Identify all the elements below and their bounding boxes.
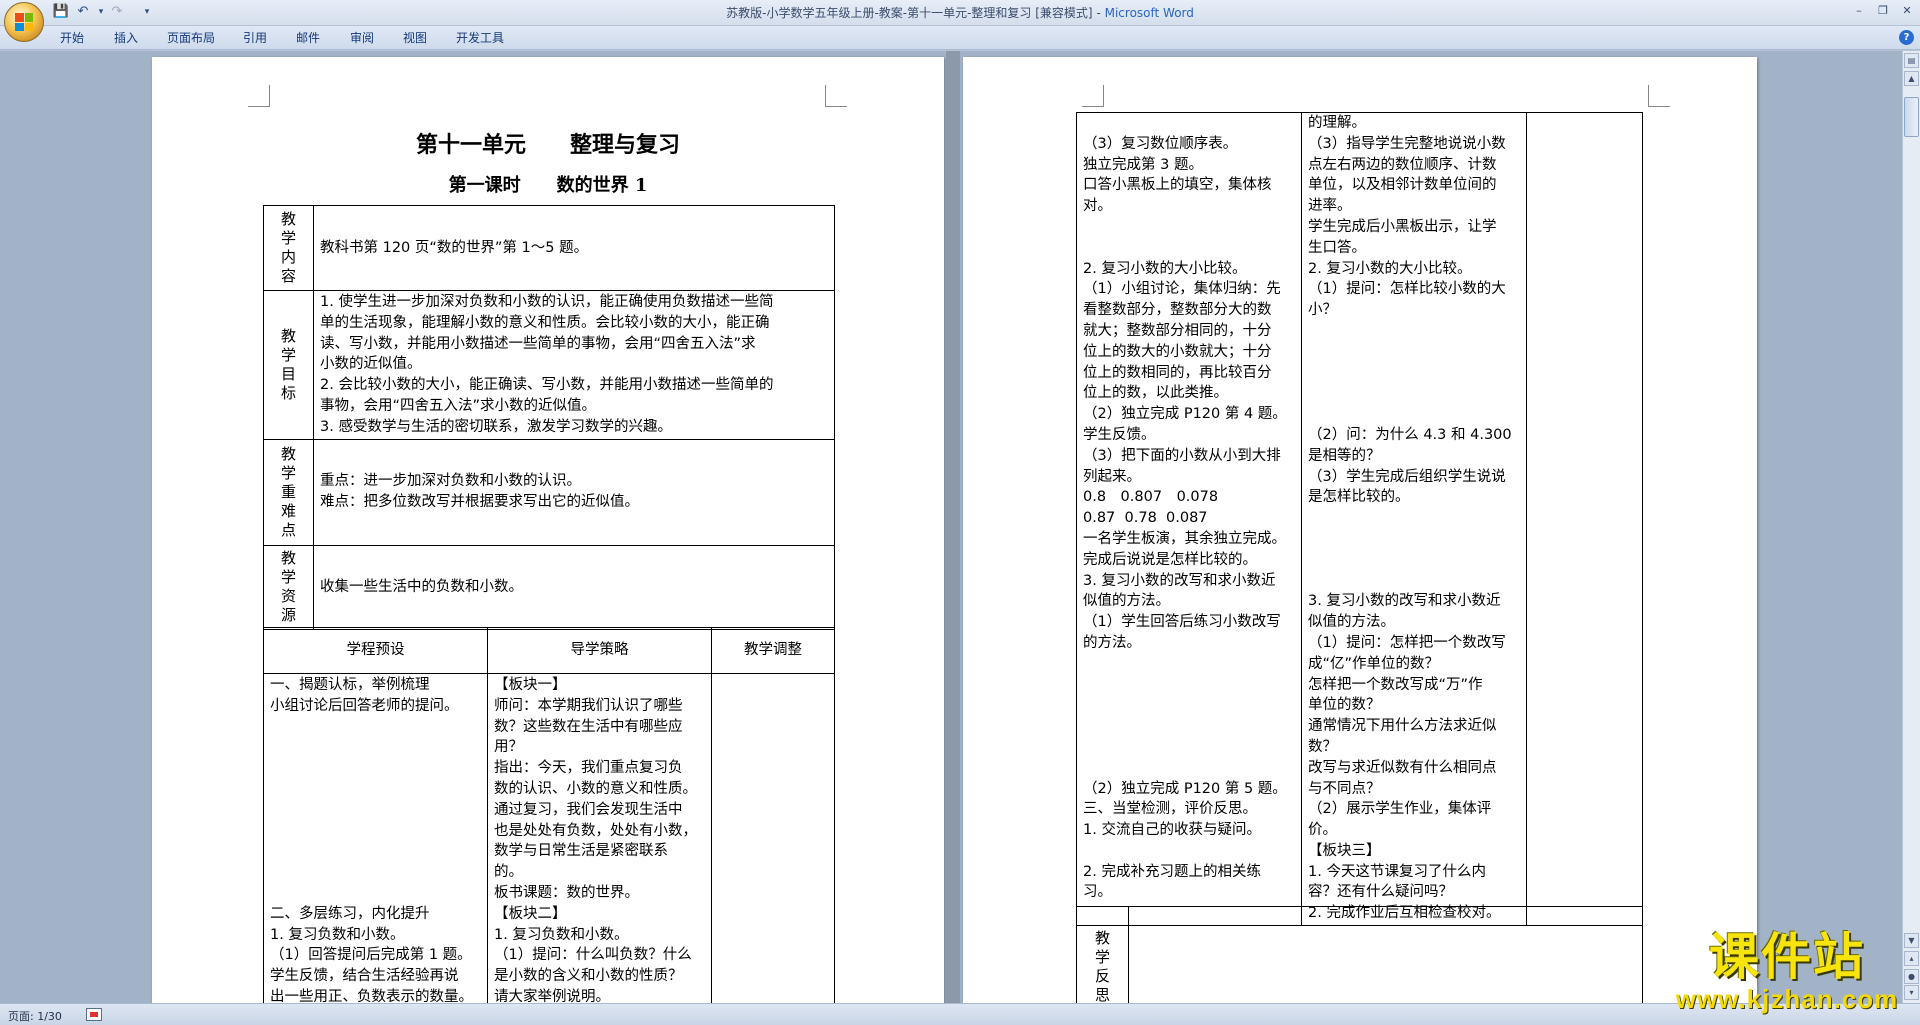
lesson-subtitle: 第一课时 数的世界 1 [448,175,648,196]
row-label: 教学资源 [263,544,314,630]
lesson-process-table-continued: ​ （3）复习数位顺序表。独立完成第 3 题。口答小黑板上的填空，集体核对。 ​… [1076,111,1643,927]
teaching-goals-cell[interactable]: 1. 使学生进一步加深对负数和小数的认识，能正确使用负数描述一些简 单的生活现象… [313,290,835,440]
header-learning-plan: 学程预设 [263,627,488,674]
watermark-logo: 课件站 www.kjzhan.com [1666,930,1908,1015]
ruler-toggle-icon[interactable]: ▤ [1904,53,1919,68]
tab-page-layout[interactable]: 页面布局 [167,30,215,46]
app-name: Microsoft Word [1104,6,1194,20]
teaching-adjustment-cell[interactable] [1526,111,1643,927]
key-points-cell[interactable]: 重点：进一步加深对负数和小数的认识。 难点：把多位数改写并根据要求写出它的近似值… [313,438,835,546]
watermark-title: 课件站 [1709,927,1865,986]
crop-mark [825,85,847,107]
office-logo-icon [15,13,33,31]
page-2: ​ （3）复习数位顺序表。独立完成第 3 题。口答小黑板上的填空，集体核对。 ​… [963,57,1757,1003]
process-header-row: 学程预设 导学策略 教学调整 [263,627,835,674]
page-count[interactable]: 页面: 1/30 [8,1008,62,1024]
row-label: 教学重难点 [263,438,314,546]
row-label: 教学目标 [263,290,314,440]
restore-icon[interactable]: ❐ [1872,2,1894,20]
document-area: 第十一单元 整理与复习 第一课时 数的世界 1 教学内容 教科书第 120 页“… [0,51,1902,1003]
page-1: 第十一单元 整理与复习 第一课时 数的世界 1 教学内容 教科书第 120 页“… [152,57,944,1003]
teaching-resources-cell[interactable]: 收集一些生活中的负数和小数。 [313,544,835,630]
scroll-up-icon[interactable]: ▲ [1904,71,1919,86]
process-body-row: 一、揭题认标，举例梳理小组讨论后回答老师的提问。 ​​​​​​​​​ 二、多层练… [263,673,835,1003]
process-body-row: ​ （3）复习数位顺序表。独立完成第 3 题。口答小黑板上的填空，集体核对。 ​… [1076,111,1643,927]
teaching-adjustment-cell[interactable] [711,673,835,1003]
minimize-icon[interactable]: – [1848,2,1870,20]
guiding-strategy-cell[interactable]: 的理解。 （3）指导学生完整地说说小数 点左右两边的数位顺序、计数 单位，以及相邻计数… [1301,111,1527,927]
document-name: 苏教版-小学数学五年级上册-教案-第十一单元-整理和复习 [兼容模式] [726,6,1093,20]
title-bar: 💾 ↶ ▾ ↷ ▾ 苏教版-小学数学五年级上册-教案-第十一单元-整理和复习 [… [0,0,1920,42]
crop-mark [1648,85,1670,107]
crop-mark [248,85,270,107]
row-teaching-resources: 教学资源 收集一些生活中的负数和小数。 [263,544,835,630]
lesson-info-table: 教学内容 教科书第 120 页“数的世界”第 1～5 题。 教学目标 1. 使学… [263,205,835,630]
row-key-points: 教学重难点 重点：进一步加深对负数和小数的认识。 难点：把多位数改写并根据要求写… [263,438,835,546]
guiding-strategy-cell[interactable]: 【板块一】 师问：本学期我们认识了哪些 数？这些数在生活中有哪些应 用？ 指出：今天，我… [487,673,712,1003]
vertical-scrollbar[interactable]: ▤ ▲ ▼ ▴ ● ▾ [1902,51,1920,1003]
office-button[interactable] [4,2,44,42]
row-teaching-content: 教学内容 教科书第 120 页“数的世界”第 1～5 题。 [263,205,835,291]
tab-home[interactable]: 开始 [60,30,84,46]
teaching-reflection-cell[interactable] [1128,906,1643,1003]
teaching-content-cell[interactable]: 教科书第 120 页“数的世界”第 1～5 题。 [313,205,835,291]
lesson-process-table: 学程预设 导学策略 教学调整 一、揭题认标，举例梳理 小组讨论后回答老师的提问。 … [263,627,835,1003]
watermark-url: www.kjzhan.com [1675,984,1899,1014]
tab-developer[interactable]: 开发工具 [456,30,504,46]
status-bar: 页面: 1/30 [0,1003,1920,1025]
learning-plan-cell[interactable]: ​ （3）复习数位顺序表。独立完成第 3 题。口答小黑板上的填空，集体核对。 ​… [1076,111,1302,927]
close-icon[interactable]: ✕ [1896,2,1918,20]
tab-mailings[interactable]: 邮件 [296,30,320,46]
lesson-title: 第十一单元 整理与复习 [415,132,680,158]
ribbon-tabs: 开始 插入 页面布局 引用 邮件 审阅 视图 开发工具 ? [0,26,1920,50]
header-guiding-strategy: 导学策略 [487,627,712,674]
scroll-thumb[interactable] [1904,97,1919,137]
header-teaching-adjustment: 教学调整 [711,627,835,674]
window-title: 苏教版-小学数学五年级上册-教案-第十一单元-整理和复习 [兼容模式] - Mi… [726,6,1194,20]
proofing-icon[interactable] [86,1008,102,1021]
tab-view[interactable]: 视图 [403,30,427,46]
crop-mark [1082,85,1104,107]
row-teaching-goals: 教学目标 1. 使学生进一步加深对负数和小数的认识，能正确使用负数描述一些简 单… [263,290,835,440]
tab-insert[interactable]: 插入 [114,30,138,46]
help-icon[interactable]: ? [1899,30,1914,45]
learning-plan-cell[interactable]: 一、揭题认标，举例梳理小组讨论后回答老师的提问。 ​​​​​​​​​ 二、多层练… [263,673,488,1003]
page-splitter [946,51,960,1003]
tab-review[interactable]: 审阅 [350,30,374,46]
tab-references[interactable]: 引用 [243,30,267,46]
row-label: 教学内容 [263,205,314,291]
row-teaching-reflection: 教学反思 [1076,906,1643,1003]
row-label: 教学反思 [1076,906,1129,1003]
reflection-table: 教学反思 [1076,906,1643,1003]
